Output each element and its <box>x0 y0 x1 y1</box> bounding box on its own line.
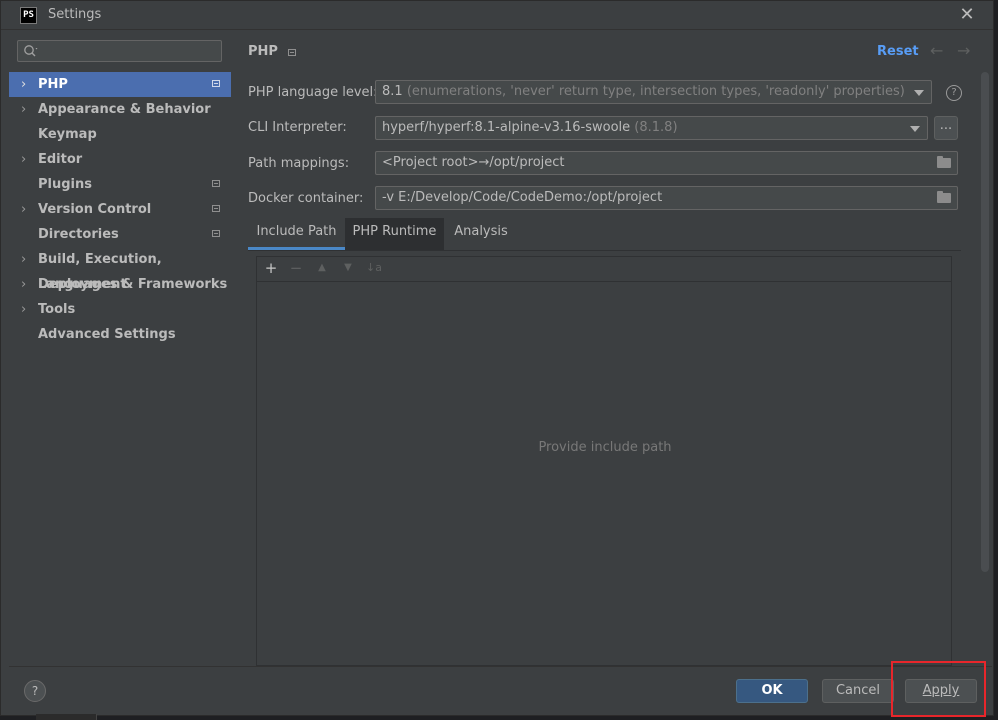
close-icon[interactable]: ✕ <box>958 6 976 24</box>
move-up-icon[interactable]: ▲ <box>313 259 331 277</box>
settings-content: PHP Reset ← → PHP language level: 8.1 (e… <box>232 30 992 666</box>
back-arrow-icon[interactable]: ← <box>930 41 943 60</box>
sidebar-item-label: Appearance & Behavior <box>38 102 211 117</box>
path-mappings-field[interactable]: <Project root>→/opt/project <box>375 151 958 175</box>
empty-state-text: Provide include path <box>538 440 672 455</box>
sidebar-item-label: Keymap <box>38 127 97 142</box>
include-path-panel: + − ▲ ▼ ↓a Provide include path <box>256 256 952 666</box>
move-down-icon[interactable]: ▼ <box>339 259 357 277</box>
browse-interpreters-button[interactable]: ... <box>934 116 958 140</box>
sidebar-item-build-execution-deployment[interactable]: › Build, Execution, Deployment <box>9 247 231 292</box>
project-level-icon <box>212 205 220 212</box>
cancel-button[interactable]: Cancel <box>822 679 894 703</box>
language-level-select[interactable]: 8.1 (enumerations, 'never' return type, … <box>375 80 932 104</box>
sidebar-item-editor[interactable]: › Editor <box>9 147 231 172</box>
project-level-icon <box>288 49 296 56</box>
sort-icon[interactable]: ↓a <box>365 259 383 277</box>
dialog-footer: ? OK Cancel Apply <box>9 666 992 715</box>
chevron-right-icon[interactable]: › <box>21 147 26 172</box>
path-mappings-value: <Project root>→/opt/project <box>382 155 565 170</box>
language-level-value: 8.1 (enumerations, 'never' return type, … <box>382 84 905 99</box>
tab-bar: Include Path PHP Runtime Analysis <box>248 218 961 251</box>
help-icon[interactable]: ? <box>946 85 962 101</box>
dropdown-arrow-icon[interactable] <box>910 126 920 132</box>
dropdown-arrow-icon[interactable] <box>914 90 924 96</box>
search-field[interactable] <box>17 40 222 62</box>
folder-icon[interactable] <box>937 156 951 168</box>
sidebar-item-label: Editor <box>38 152 83 167</box>
sidebar-item-label: Tools <box>38 302 76 317</box>
chevron-right-icon[interactable]: › <box>21 272 26 297</box>
forward-arrow-icon[interactable]: → <box>957 41 970 60</box>
tab-analysis[interactable]: Analysis <box>446 218 516 250</box>
add-icon[interactable]: + <box>262 259 280 277</box>
page-title: PHP <box>248 44 278 59</box>
search-icon <box>24 45 38 57</box>
project-level-icon <box>212 180 220 187</box>
background-window-strip <box>36 714 97 720</box>
docker-container-field[interactable]: -v E:/Develop/Code/CodeDemo:/opt/project <box>375 186 958 210</box>
chevron-right-icon[interactable]: › <box>21 297 26 322</box>
sidebar-item-label: Advanced Settings <box>38 327 176 342</box>
sidebar-item-php[interactable]: › PHP <box>9 72 231 97</box>
docker-container-label: Docker container: <box>248 191 364 206</box>
folder-icon[interactable] <box>937 191 951 203</box>
sidebar-item-advanced-settings[interactable]: Advanced Settings <box>9 322 231 347</box>
project-level-icon <box>212 80 220 87</box>
sidebar-item-label: PHP <box>38 77 68 92</box>
language-level-label: PHP language level: <box>248 85 378 100</box>
window-title: Settings <box>48 7 102 22</box>
settings-sidebar: › PHP › Appearance & Behavior Keymap › E… <box>9 30 231 666</box>
chevron-right-icon[interactable]: › <box>21 97 26 122</box>
help-button[interactable]: ? <box>24 680 46 702</box>
sidebar-item-label: Version Control <box>38 202 152 217</box>
cli-interpreter-label: CLI Interpreter: <box>248 120 347 135</box>
sidebar-item-tools[interactable]: › Tools <box>9 297 231 322</box>
tab-php-runtime[interactable]: PHP Runtime <box>345 218 444 250</box>
panel-toolbar: + − ▲ ▼ ↓a <box>257 257 951 282</box>
chevron-right-icon[interactable]: › <box>21 197 26 222</box>
sidebar-item-label: Directories <box>38 227 119 242</box>
ok-button[interactable]: OK <box>736 679 808 703</box>
tab-include-path[interactable]: Include Path <box>248 218 345 250</box>
chevron-right-icon[interactable]: › <box>21 72 26 97</box>
sidebar-item-appearance-behavior[interactable]: › Appearance & Behavior <box>9 97 231 122</box>
docker-container-value: -v E:/Develop/Code/CodeDemo:/opt/project <box>382 190 663 205</box>
title-bar: PS Settings ✕ <box>1 1 993 30</box>
cli-interpreter-value: hyperf/hyperf:8.1-alpine-v3.16-swoole (8… <box>382 120 678 135</box>
sidebar-item-version-control[interactable]: › Version Control <box>9 197 231 222</box>
cli-interpreter-select[interactable]: hyperf/hyperf:8.1-alpine-v3.16-swoole (8… <box>375 116 928 140</box>
path-mappings-label: Path mappings: <box>248 156 350 171</box>
sidebar-item-directories[interactable]: Directories <box>9 222 231 247</box>
apply-highlight-annotation <box>891 661 986 717</box>
sidebar-item-languages-frameworks[interactable]: › Languages & Frameworks <box>9 272 231 297</box>
project-level-icon <box>212 230 220 237</box>
sidebar-item-keymap[interactable]: Keymap <box>9 122 231 147</box>
reset-link[interactable]: Reset <box>877 44 919 59</box>
remove-icon[interactable]: − <box>287 259 305 277</box>
chevron-right-icon[interactable]: › <box>21 247 26 272</box>
sidebar-item-label: Plugins <box>38 177 92 192</box>
settings-dialog: PS Settings ✕ › PHP › Appearance & Behav… <box>0 0 994 716</box>
phpstorm-logo-icon: PS <box>20 7 37 24</box>
sidebar-item-plugins[interactable]: Plugins <box>9 172 231 197</box>
search-input[interactable] <box>42 42 221 62</box>
scrollbar[interactable] <box>981 72 989 572</box>
sidebar-item-label: Languages & Frameworks <box>38 277 228 292</box>
